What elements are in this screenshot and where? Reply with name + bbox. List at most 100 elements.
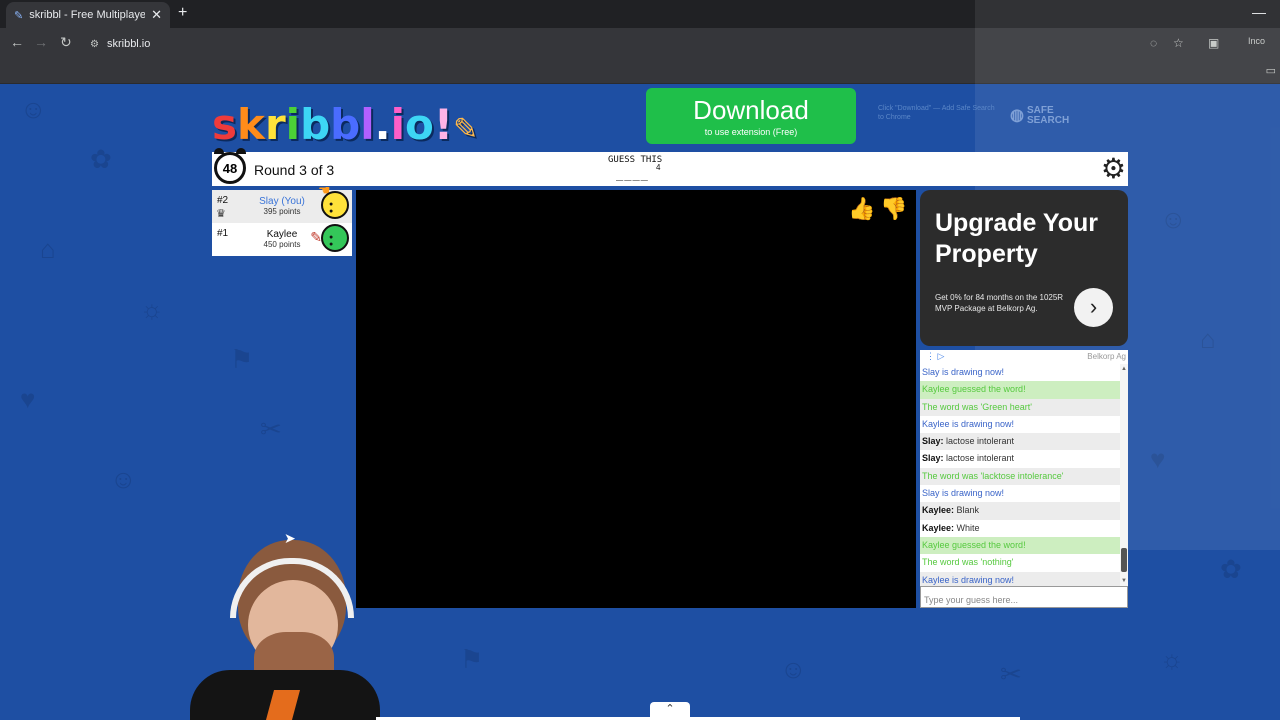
scroll-down-icon[interactable]: ▼ [1121, 578, 1127, 584]
chat-message: Kaylee is drawing now! [920, 416, 1128, 433]
chat-text: Kaylee is drawing now! [922, 418, 1015, 429]
chat-message: Kaylee: Blank [920, 502, 1128, 520]
chat-author: Slay: [922, 436, 947, 447]
player-list: #2 ♛ Slay (You) 395 points ☚ ● ● #1 Kayl… [212, 182, 352, 256]
safe-search-note: Click "Download" — Add Safe Search to Ch… [878, 105, 995, 121]
chat-message: Kaylee: White [920, 520, 1128, 537]
reload-icon[interactable]: ↻ [60, 34, 72, 51]
chat-message: Kaylee guessed the word! [920, 536, 1128, 555]
doodle-icon: ☺ [110, 464, 137, 494]
chat-text: Slay is drawing now! [922, 367, 1005, 377]
word-length: 4 [656, 163, 661, 172]
word-hint: ____ [616, 167, 649, 181]
close-tab-icon[interactable]: ✕ [151, 7, 162, 23]
guess-input-box[interactable] [920, 586, 1128, 608]
download-button[interactable]: Download to use extension (Free) [646, 88, 856, 144]
guess-input[interactable] [924, 593, 1124, 607]
chat-text: lactose intolerant [946, 436, 1015, 447]
chat-text: Kaylee guessed the word! [922, 539, 1026, 550]
site-settings-icon[interactable]: ⚙ [90, 39, 99, 50]
pencil-favicon-icon: ✎ [14, 9, 24, 22]
avatar: ● ● [321, 224, 349, 252]
address-bar[interactable]: ⚙ skribbl.io [84, 32, 1234, 56]
chat-text: The word was 'nothing' [922, 557, 1014, 568]
doodle-icon: ♥ [20, 384, 36, 414]
doodle-icon: ✿ [90, 144, 112, 174]
bookmarks-bar: ▭ [0, 60, 1280, 84]
browser-tab[interactable]: ✎ skribbl - Free Multiplayer Drawi ✕ [6, 2, 170, 28]
chat-author: Slay: [922, 453, 947, 464]
player-points: 395 points [263, 207, 301, 216]
doodle-icon: ⌂ [1200, 324, 1216, 354]
chat-message: Slay: lactose intolerant [920, 450, 1128, 467]
chat-author: Kaylee: [922, 522, 957, 533]
guess-this-label: GUESS THIS [608, 155, 663, 165]
skribbl-logo[interactable]: skribbl.io!✎ [212, 100, 478, 149]
chat-text: Kaylee guessed the word! [922, 384, 1026, 395]
new-tab-button[interactable]: + [178, 4, 187, 22]
webcam-overlay [150, 540, 380, 720]
safe-search-logo[interactable]: ◍ SAFE SEARCH [1010, 106, 1071, 126]
doodle-icon: ☼ [1160, 644, 1184, 674]
bookmark-star-icon[interactable]: ☆ [1173, 36, 1184, 50]
settings-gear-icon[interactable]: ⚙ [1101, 154, 1126, 184]
doodle-icon: ⌂ [40, 234, 56, 264]
player-row[interactable]: #1 Kaylee 450 points ✎ ● ● [212, 223, 352, 256]
player-rank: #1 [217, 228, 229, 239]
crown-icon: ♛ [216, 208, 226, 220]
globe-icon: ◍ [1010, 107, 1024, 124]
doodle-icon: ♥ [1150, 444, 1166, 474]
chat-message: Slay is drawing now! [920, 364, 1128, 381]
side-panel-icon[interactable]: ▣ [1208, 36, 1219, 50]
ad-text: Get 0% for 84 months on the 1025R MVP Pa… [935, 293, 1064, 313]
doodle-icon: ✂ [1000, 659, 1022, 689]
chat-message: Slay: lactose intolerant [920, 433, 1128, 451]
player-name: Slay (You) [259, 196, 305, 207]
chat-text: lactose intolerant [946, 453, 1015, 464]
doodle-icon: ✿ [1220, 554, 1242, 584]
minimize-icon[interactable]: — [1252, 4, 1266, 20]
chat-text: The word was 'Green heart' [922, 401, 1032, 412]
chat-message: Kaylee is drawing now! [920, 571, 1128, 586]
chat-text: The word was 'lacktose intolerance' [922, 470, 1064, 481]
url-text: skribbl.io [106, 38, 151, 50]
scroll-thumb[interactable] [1121, 548, 1127, 572]
chat-message: Kaylee guessed the word! [920, 381, 1128, 399]
thumbs-down-icon[interactable]: 👎 [880, 196, 907, 222]
chat-message: The word was 'Green heart' [920, 398, 1128, 416]
doodle-icon: ☺ [20, 94, 47, 124]
pencil-icon: ✎ [453, 112, 479, 147]
chat-author: Kaylee: [922, 505, 957, 516]
round-timer: 48 [212, 148, 248, 186]
ad-banner[interactable]: Upgrade Your Property Get 0% for 84 mont… [920, 190, 1128, 346]
chevron-up-icon[interactable]: ⌃ [650, 702, 690, 720]
incognito-label[interactable]: Inco [1248, 36, 1265, 46]
back-arrow-icon[interactable]: ← [10, 34, 24, 50]
chat-text: Kaylee is drawing now! [922, 574, 1015, 585]
doodle-icon: ☼ [140, 294, 164, 324]
game-header: 48 Round 3 of 3 GUESS THIS 4 ____ ⚙ [212, 148, 1128, 186]
tab-title: skribbl - Free Multiplayer Drawi [29, 9, 146, 21]
doodle-icon: ☺ [780, 654, 807, 684]
chevron-right-icon[interactable]: › [1074, 288, 1113, 327]
doodle-icon: ⚑ [460, 644, 484, 674]
player-rank: #2 [217, 195, 229, 206]
browser-toolbar: ← → ↻ ⚙ skribbl.io ◌ ☆ ▣ Inco [0, 28, 1280, 60]
forward-arrow-icon[interactable]: → [34, 34, 48, 50]
thumbs-up-icon[interactable]: 👍 [848, 196, 875, 222]
player-row[interactable]: #2 ♛ Slay (You) 395 points ☚ ● ● [212, 182, 352, 223]
browser-tabstrip: ✎ skribbl - Free Multiplayer Drawi ✕ + — [0, 0, 1280, 28]
scroll-up-icon[interactable]: ▲ [1121, 366, 1127, 372]
drawing-canvas[interactable] [356, 190, 916, 608]
chat-text: Blank [956, 505, 980, 516]
chat-message: The word was 'lacktose intolerance' [920, 467, 1128, 486]
ad-brand: Belkorp Ag [1087, 352, 1126, 361]
chat-scrollbar[interactable]: ▲ ▼ [1120, 364, 1128, 586]
ad-choices-icon[interactable]: ⋮ ▷ [926, 351, 944, 362]
chat-log[interactable]: Slay is drawing now! Kaylee guessed the w… [920, 364, 1128, 586]
doodle-icon: ✂ [260, 414, 282, 444]
eye-off-icon[interactable]: ◌ [1150, 36, 1157, 50]
timer-value: 48 [214, 152, 246, 184]
folder-icon[interactable]: ▭ [1266, 64, 1276, 77]
chat-text: White [956, 522, 980, 533]
